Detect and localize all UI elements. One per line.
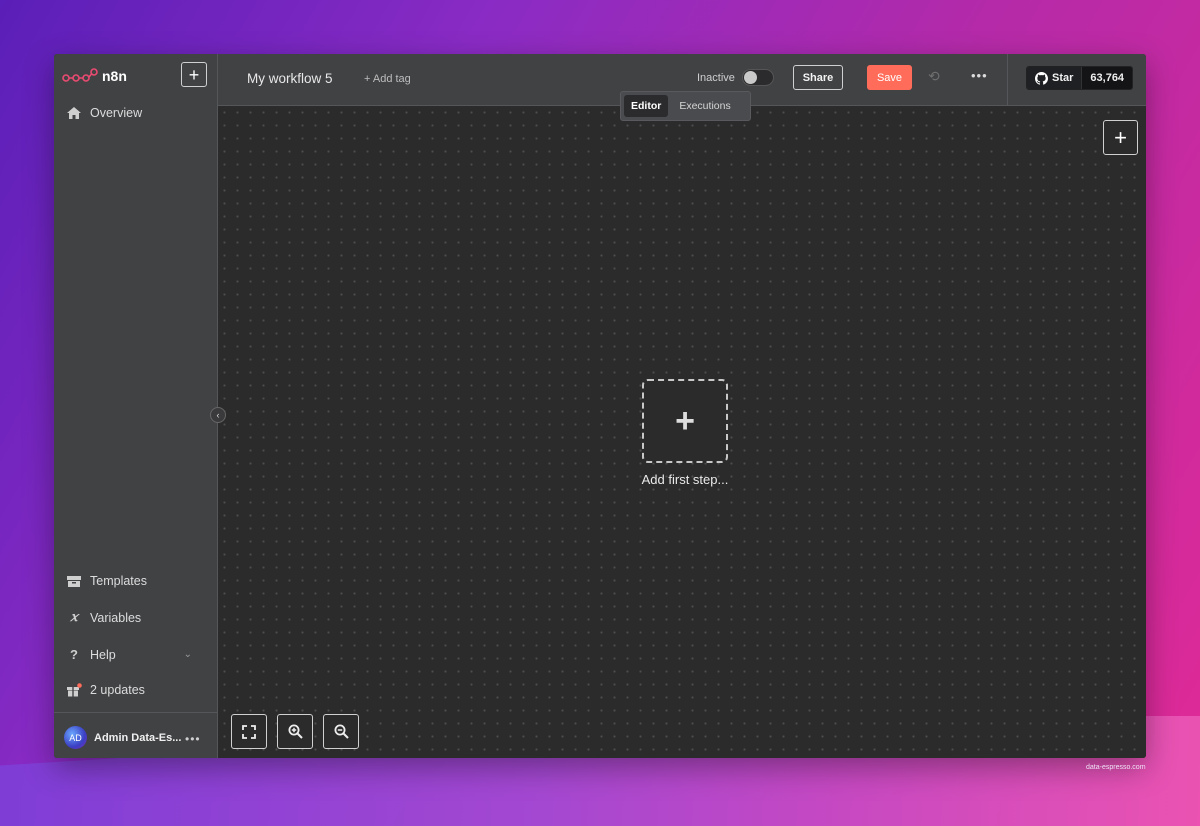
more-options-icon[interactable]: ••• <box>971 68 988 83</box>
sidebar-item-templates[interactable]: Templates <box>66 574 206 588</box>
user-menu[interactable]: AD Admin Data-Es... <box>64 726 181 749</box>
sidebar-item-label: Variables <box>90 610 142 625</box>
add-first-step-label: Add first step... <box>641 472 729 487</box>
workflow-name[interactable]: My workflow 5 <box>247 71 333 86</box>
logo-icon <box>62 68 98 82</box>
tab-editor[interactable]: Editor <box>624 95 669 117</box>
question-icon: ? <box>70 647 78 662</box>
share-button[interactable]: Share <box>793 65 843 90</box>
sidebar-item-label: Templates <box>90 574 147 588</box>
logo-text: n8n <box>102 68 127 84</box>
add-node-button[interactable]: + <box>1103 120 1138 155</box>
sidebar-item-label: Help <box>90 647 116 662</box>
app-window: n8n + Overview Templates 𝑥 Variables ? H… <box>54 54 1146 758</box>
zoom-in-button[interactable] <box>277 714 313 749</box>
sidebar-item-variables[interactable]: 𝑥 Variables <box>66 610 206 625</box>
collapse-sidebar-button[interactable]: ‹ <box>210 407 226 423</box>
github-star[interactable]: Star <box>1027 67 1083 89</box>
sidebar: n8n + Overview Templates 𝑥 Variables ? H… <box>54 54 218 758</box>
divider <box>1007 54 1008 106</box>
sidebar-item-updates[interactable]: 2 updates <box>66 683 206 697</box>
github-star-count: 63,764 <box>1082 67 1133 89</box>
zoom-out-button[interactable] <box>323 714 359 749</box>
watermark: data-espresso.com <box>1086 764 1146 771</box>
save-button[interactable]: Save <box>867 65 912 90</box>
github-star-button[interactable]: Star 63,764 <box>1026 66 1134 90</box>
history-icon[interactable]: ⟲ <box>928 68 940 85</box>
divider <box>54 712 218 713</box>
variable-icon: 𝑥 <box>70 610 78 625</box>
zoom-out-icon <box>334 724 349 739</box>
sidebar-item-overview[interactable]: Overview <box>66 106 206 120</box>
sidebar-item-help[interactable]: ? Help ⌄ <box>66 647 206 662</box>
gift-icon <box>66 683 82 697</box>
view-tabs: Editor Executions <box>620 91 751 121</box>
avatar: AD <box>64 726 87 749</box>
chevron-down-icon: ⌄ <box>183 649 192 660</box>
box-icon <box>66 575 82 587</box>
fit-view-icon <box>242 724 256 739</box>
github-star-label: Star <box>1052 72 1074 84</box>
toggle-knob <box>744 71 757 84</box>
github-icon <box>1035 71 1048 85</box>
add-tag-link[interactable]: + Add tag <box>364 73 411 85</box>
zoom-in-icon <box>288 724 303 739</box>
plus-icon: + <box>675 401 695 440</box>
sidebar-item-label: Overview <box>90 106 143 120</box>
add-first-step-button[interactable]: + <box>642 379 728 463</box>
tab-executions[interactable]: Executions <box>672 95 737 117</box>
home-icon <box>66 107 82 119</box>
zoom-to-fit-button[interactable] <box>231 714 267 749</box>
new-workflow-button[interactable]: + <box>181 62 207 87</box>
workflow-canvas[interactable]: + + Add first step... <box>218 106 1146 758</box>
active-toggle[interactable] <box>742 69 774 86</box>
n8n-logo[interactable]: n8n <box>62 68 127 84</box>
status-label: Inactive <box>697 72 735 84</box>
user-more-icon[interactable]: ••• <box>185 732 201 746</box>
user-name: Admin Data-Es... <box>94 731 182 744</box>
sidebar-item-label: 2 updates <box>90 683 145 697</box>
